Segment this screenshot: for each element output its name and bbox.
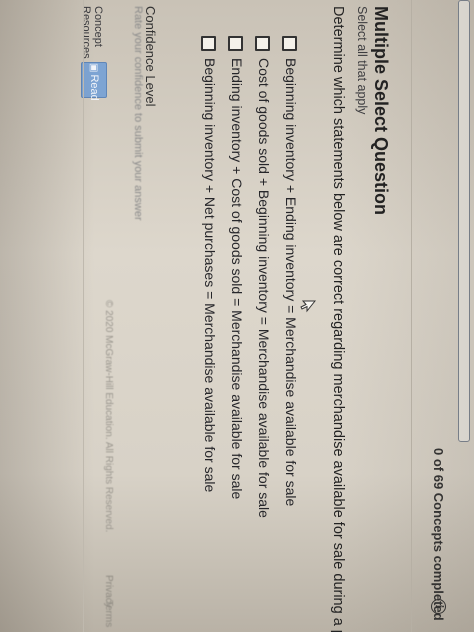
read-button-label[interactable]: Read (88, 74, 100, 100)
terms-link[interactable]: Terms (103, 600, 114, 627)
choice-label[interactable]: Ending inventory + Cost of goods sold = … (229, 58, 245, 499)
footer-divider (83, 0, 84, 632)
checkbox[interactable] (255, 36, 270, 51)
read-button[interactable]: ▣Read (81, 62, 107, 101)
copyright-text: © 2020 McGraw-Hill Education. All Rights… (103, 300, 114, 533)
photo-frame: 0 of 69 Concepts completed i Multiple Se… (0, 0, 474, 632)
choice-label[interactable]: Beginning inventory + Net purchases = Me… (202, 58, 218, 492)
question-instruction: Select all that apply (355, 6, 369, 115)
confidence-hint: Rate your confidence to submit your answ… (132, 6, 144, 221)
checkbox[interactable] (282, 36, 297, 51)
concept-label-line1: Concept (92, 6, 104, 47)
checkbox[interactable] (228, 36, 243, 51)
question-type-title: Multiple Select Question (371, 6, 391, 216)
checkbox[interactable] (201, 36, 216, 51)
progress-label: 0 of 69 Concepts completed (431, 448, 446, 621)
choice-label[interactable]: Beginning inventory + Ending inventory =… (283, 58, 299, 506)
concept-label-line2: Resources (80, 6, 92, 59)
choice-label[interactable]: Cost of goods sold + Beginning inventory… (256, 58, 272, 518)
progress-bar (458, 0, 470, 442)
mouse-cursor-icon (300, 300, 316, 313)
screen: 0 of 69 Concepts completed i Multiple Se… (0, 0, 474, 632)
book-icon: ▣ (88, 63, 99, 73)
confidence-level-label: Confidence Level (143, 6, 158, 107)
info-icon[interactable]: i (431, 599, 446, 614)
question-prompt: Determine which statements below are cor… (330, 6, 346, 632)
header-divider (411, 0, 412, 632)
